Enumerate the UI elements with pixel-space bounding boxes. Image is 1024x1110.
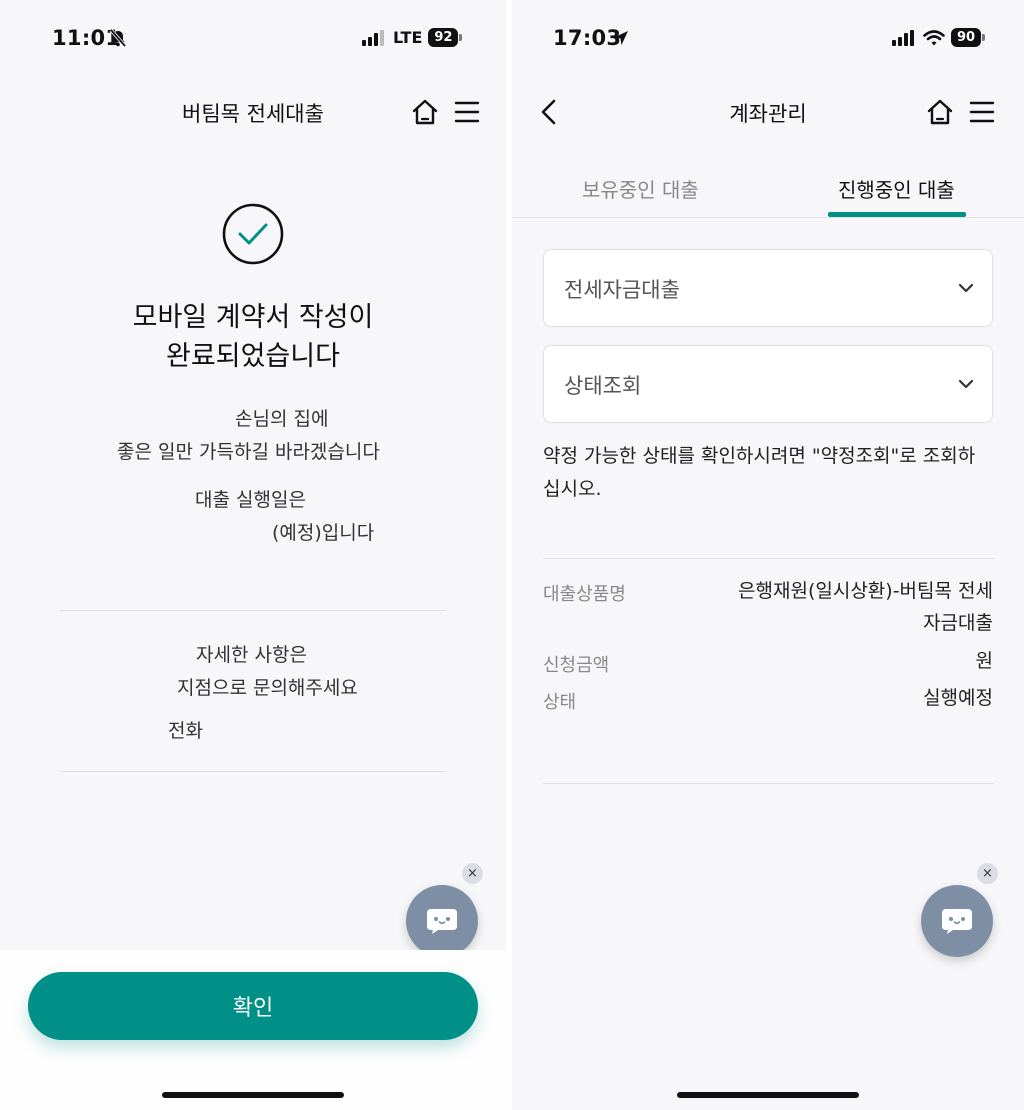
contract-notice: 약정 가능한 상태를 확인하시려면 "약정조회"로 조회하 십시오. bbox=[543, 440, 995, 506]
loan-type-value: 전세자금대출 bbox=[564, 278, 680, 302]
status-label: 상태 bbox=[543, 692, 577, 713]
home-indicator bbox=[677, 1092, 859, 1098]
signal-icon bbox=[892, 29, 914, 46]
menu-icon[interactable] bbox=[966, 96, 998, 128]
network-type: LTE bbox=[393, 28, 423, 47]
left-screen: 11:01 LTE 92 버팀목 전세대출 모바일 계약서 작성이 완료되었습니… bbox=[0, 0, 506, 1110]
execution-date-line2: (예정)입니다 bbox=[272, 522, 375, 544]
loan-tabs: 보유중인 대출 진행중인 대출 bbox=[512, 160, 1024, 218]
product-name-line2: 자금대출 bbox=[923, 612, 993, 634]
check-circle-icon bbox=[222, 203, 284, 265]
product-name-line1: 은행재원(일시상환)-버팀목 전세 bbox=[738, 580, 993, 602]
active-tab-indicator bbox=[828, 212, 966, 217]
greeting-line2: 좋은 일만 가득하길 바라겠습니다 bbox=[117, 441, 380, 463]
phone-label: 전화 bbox=[168, 720, 203, 742]
menu-icon[interactable] bbox=[451, 96, 483, 128]
home-indicator bbox=[162, 1092, 344, 1098]
tab-held-loans[interactable]: 보유중인 대출 bbox=[582, 174, 699, 203]
header: 계좌관리 bbox=[512, 88, 1024, 136]
chat-close-button[interactable]: × bbox=[462, 863, 483, 884]
chat-bot-icon bbox=[427, 909, 457, 934]
bell-slash-icon bbox=[109, 28, 127, 48]
divider bbox=[60, 610, 446, 611]
notice-line2: 십시오. bbox=[543, 478, 602, 500]
chat-close-button[interactable]: × bbox=[977, 863, 998, 884]
completion-title-line2: 완료되었습니다 bbox=[166, 341, 340, 372]
home-icon[interactable] bbox=[409, 96, 441, 128]
divider bbox=[543, 558, 994, 559]
battery-icon: 90 bbox=[951, 28, 985, 47]
amount-value: 원 bbox=[975, 650, 993, 672]
product-name-value: 은행재원(일시상환)-버팀목 전세 자금대출 bbox=[738, 575, 993, 639]
chevron-down-icon bbox=[958, 283, 974, 293]
battery-level: 90 bbox=[951, 28, 981, 47]
status-indicators: LTE 92 bbox=[361, 28, 463, 47]
confirm-button[interactable]: 확인 bbox=[28, 972, 478, 1040]
signal-icon bbox=[362, 29, 384, 46]
battery-icon: 92 bbox=[428, 28, 463, 47]
status-bar: 17:03 90 bbox=[512, 22, 1024, 56]
chevron-down-icon bbox=[958, 379, 974, 389]
divider bbox=[60, 771, 446, 772]
detail-line1: 자세한 사항은 bbox=[196, 644, 307, 666]
status-indicators: 90 bbox=[891, 28, 985, 47]
header: 버팀목 전세대출 bbox=[0, 88, 506, 136]
notice-line1: 약정 가능한 상태를 확인하시려면 "약정조회"로 조회하 bbox=[543, 445, 976, 467]
wifi-icon bbox=[923, 29, 945, 45]
right-screen: 17:03 90 계좌관리 보유중인 대출 진행중인 대출 전세자금대출 상태조… bbox=[512, 0, 1024, 1110]
tab-in-progress-loans[interactable]: 진행중인 대출 bbox=[838, 174, 955, 203]
location-arrow-icon bbox=[614, 31, 628, 45]
chat-bot-button[interactable] bbox=[921, 885, 993, 957]
product-name-label: 대출상품명 bbox=[543, 584, 626, 605]
completion-title-line1: 모바일 계약서 작성이 bbox=[132, 302, 374, 333]
status-select-value: 상태조회 bbox=[564, 374, 642, 398]
greeting-line1: 손님의 집에 bbox=[235, 408, 329, 430]
amount-label: 신청금액 bbox=[543, 655, 610, 676]
battery-level: 92 bbox=[428, 28, 459, 47]
divider bbox=[543, 783, 994, 784]
status-value: 실행예정 bbox=[923, 687, 993, 709]
detail-line2: 지점으로 문의해주세요 bbox=[177, 677, 358, 699]
status-bar: 11:01 LTE 92 bbox=[0, 22, 506, 56]
execution-date-line1: 대출 실행일은 bbox=[195, 489, 306, 511]
chat-bot-icon bbox=[942, 909, 972, 934]
home-icon[interactable] bbox=[924, 96, 956, 128]
loan-type-select[interactable]: 전세자금대출 bbox=[543, 249, 993, 327]
chat-bot-button[interactable] bbox=[406, 885, 478, 957]
status-select[interactable]: 상태조회 bbox=[543, 345, 993, 423]
